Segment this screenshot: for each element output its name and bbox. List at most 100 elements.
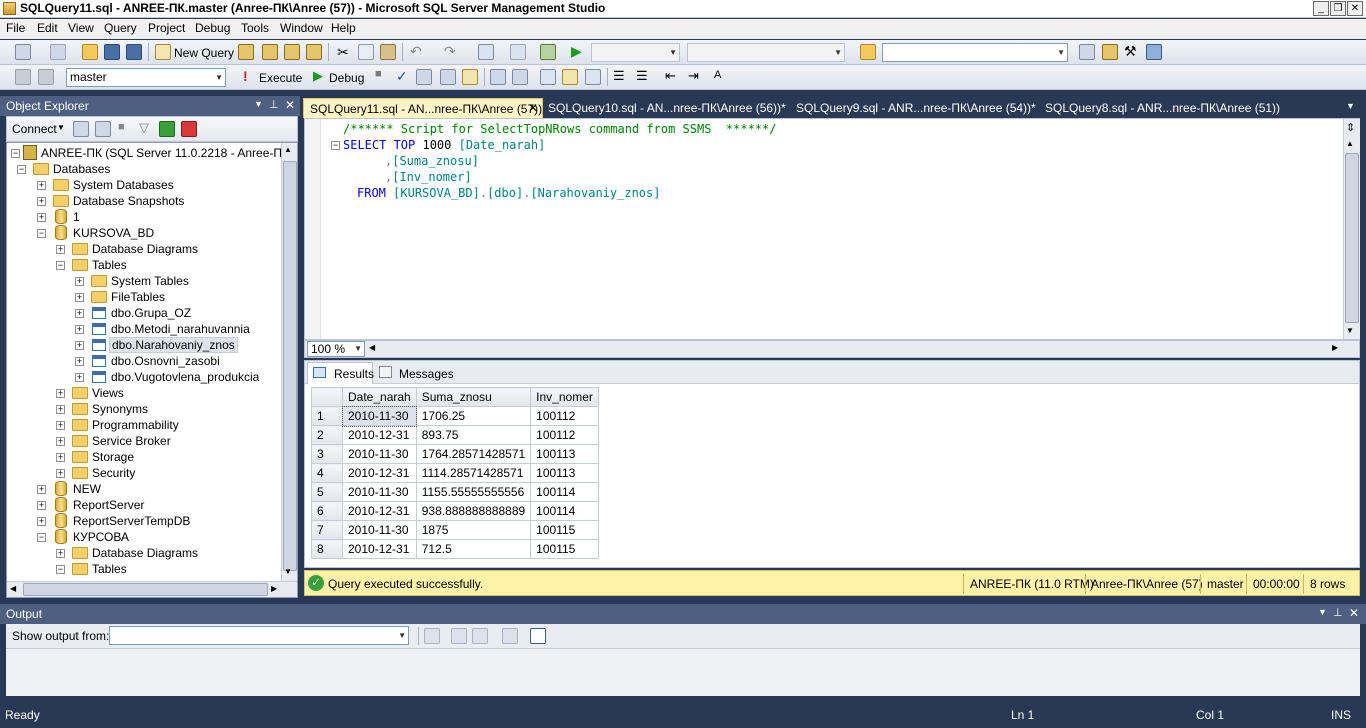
table-cell[interactable]: 712.5 (415, 539, 532, 559)
table-row[interactable]: 5 2010-11-30 1155.55555555556 100114 (311, 482, 599, 502)
output-text-area[interactable] (6, 648, 1360, 696)
table-row[interactable]: 2 2010-12-31 893.75 100112 (311, 425, 599, 445)
collapse-icon[interactable]: − (37, 229, 46, 238)
table-cell[interactable]: 100113 (530, 463, 599, 483)
auto-hide-pin-icon[interactable]: ⊥ (1333, 606, 1343, 619)
expand-icon[interactable]: + (75, 277, 84, 286)
parse-icon[interactable]: ✓ (396, 68, 408, 85)
scroll-down-icon[interactable]: ▼ (284, 567, 292, 576)
solution-configuration-select[interactable]: ▼ (591, 43, 680, 62)
expand-icon[interactable]: + (37, 213, 46, 222)
menu-file[interactable]: File (6, 21, 25, 35)
scroll-thumb[interactable] (283, 161, 297, 571)
expand-icon[interactable]: + (75, 309, 84, 318)
close-tab-icon[interactable]: ✕ (528, 101, 538, 115)
table-cell[interactable]: 1764.28571428571 (415, 444, 532, 464)
column-header[interactable]: Suma_znosu (415, 387, 532, 407)
table-row[interactable]: 6 2010-12-31 938.888888888889 100114 (311, 501, 599, 521)
table-cell[interactable]: 100112 (530, 425, 599, 445)
results-to-file-icon[interactable] (585, 69, 601, 85)
table-cell[interactable]: 1875 (415, 520, 532, 540)
table-cell[interactable]: 2010-11-30 (342, 444, 417, 464)
previous-message-icon[interactable] (451, 628, 467, 644)
refresh-icon[interactable] (159, 121, 175, 137)
column-header[interactable]: Inv_nomer (530, 387, 599, 407)
row-number[interactable]: 6 (311, 501, 343, 521)
find-message-icon[interactable] (424, 628, 440, 644)
row-number[interactable]: 2 (311, 425, 343, 445)
analysis-services-mdx-icon[interactable] (262, 44, 278, 60)
expand-icon[interactable]: + (37, 181, 46, 190)
scroll-up-icon[interactable]: ▲ (1346, 139, 1354, 148)
collapse-icon[interactable]: − (11, 149, 20, 158)
table-cell[interactable]: 2010-11-30 (341, 405, 418, 427)
window-position-icon[interactable]: ▼ (254, 99, 263, 109)
navigate-backward-icon[interactable] (478, 44, 494, 60)
expand-icon[interactable]: + (56, 469, 65, 478)
grid-corner[interactable] (311, 387, 343, 407)
undo-icon[interactable]: ↶ (410, 43, 422, 60)
collapse-icon[interactable]: − (17, 165, 26, 174)
toggle-word-wrap-icon[interactable] (530, 628, 546, 644)
xmla-query-icon[interactable] (306, 44, 322, 60)
table-cell[interactable]: 100114 (530, 482, 599, 502)
menu-project[interactable]: Project (148, 21, 185, 35)
tab-sqlquery10[interactable]: SQLQuery10.sql - AN...nree-ПК\Anree (56)… (542, 98, 792, 118)
tab-sqlquery11[interactable]: SQLQuery11.sql - AN...nree-ПК\Anree (57)… (303, 98, 543, 118)
expand-icon[interactable]: + (56, 405, 65, 414)
expand-icon[interactable]: + (75, 341, 84, 350)
uncomment-icon[interactable]: ☰ (636, 68, 648, 84)
next-message-icon[interactable] (472, 628, 488, 644)
table-cell[interactable]: 2010-11-30 (342, 520, 417, 540)
restore-button[interactable]: ❐ (1330, 1, 1346, 16)
menu-tools[interactable]: Tools (241, 21, 269, 35)
expand-icon[interactable]: + (56, 453, 65, 462)
stop-icon[interactable]: ■ (118, 121, 125, 133)
menu-debug[interactable]: Debug (195, 21, 230, 35)
collapse-icon[interactable]: − (37, 533, 46, 542)
expand-icon[interactable]: + (56, 437, 65, 446)
expand-icon[interactable]: + (37, 197, 46, 206)
sql-editor[interactable]: − /****** Script for SelectTopNRows comm… (304, 118, 1360, 340)
table-cell[interactable]: 893.75 (415, 425, 532, 445)
row-number[interactable]: 1 (311, 406, 343, 426)
start-icon[interactable]: ▶ (571, 43, 582, 60)
paste-icon[interactable] (380, 44, 396, 60)
table-cell[interactable]: 2010-12-31 (342, 539, 417, 559)
minimize-button[interactable]: _ (1313, 1, 1329, 16)
expand-icon[interactable]: + (56, 389, 65, 398)
tree-vertical-scrollbar[interactable]: ▲ ▼ (281, 143, 297, 581)
execute-button[interactable]: Execute (259, 71, 302, 85)
tab-sqlquery9[interactable]: SQLQuery9.sql - ANR...nree-ПК\Anree (54)… (790, 98, 1042, 118)
specify-template-values-icon[interactable]: A (714, 69, 721, 81)
row-number[interactable]: 4 (311, 463, 343, 483)
change-connection-icon[interactable] (38, 69, 54, 85)
tab-messages[interactable]: Messages (375, 363, 455, 383)
connect-icon[interactable] (15, 69, 31, 85)
object-explorer-icon[interactable] (1102, 44, 1118, 60)
available-databases-select[interactable]: master ▼ (66, 68, 226, 87)
table-cell[interactable]: 1706.25 (415, 406, 532, 426)
expand-icon[interactable]: + (56, 549, 65, 558)
disconnect-icon[interactable] (95, 121, 111, 137)
expand-icon[interactable]: + (75, 293, 84, 302)
query-options-icon[interactable] (440, 69, 456, 85)
table-row[interactable]: 7 2010-11-30 1875 100115 (311, 520, 599, 540)
database-engine-query-icon[interactable] (238, 44, 254, 60)
tab-sqlquery8[interactable]: SQLQuery8.sql - ANR...nree-ПК\Anree (51)… (1039, 98, 1286, 118)
filter-icon[interactable]: ▽ (139, 120, 149, 136)
new-query-icon[interactable] (155, 44, 171, 60)
client-statistics-icon[interactable] (512, 69, 528, 85)
display-estimated-plan-icon[interactable] (416, 69, 432, 85)
tab-results[interactable]: Results (307, 362, 374, 384)
show-output-from-select[interactable]: ▼ (109, 626, 409, 645)
save-icon[interactable] (104, 44, 120, 60)
expand-icon[interactable]: + (56, 421, 65, 430)
execute-icon[interactable]: ! (243, 68, 248, 84)
scroll-thumb[interactable] (1345, 153, 1359, 323)
table-cell[interactable]: 2010-11-30 (342, 482, 417, 502)
menu-view[interactable]: View (68, 21, 94, 35)
table-cell[interactable]: 100113 (530, 444, 599, 464)
results-to-text-icon[interactable] (540, 69, 556, 85)
row-number[interactable]: 5 (311, 482, 343, 502)
